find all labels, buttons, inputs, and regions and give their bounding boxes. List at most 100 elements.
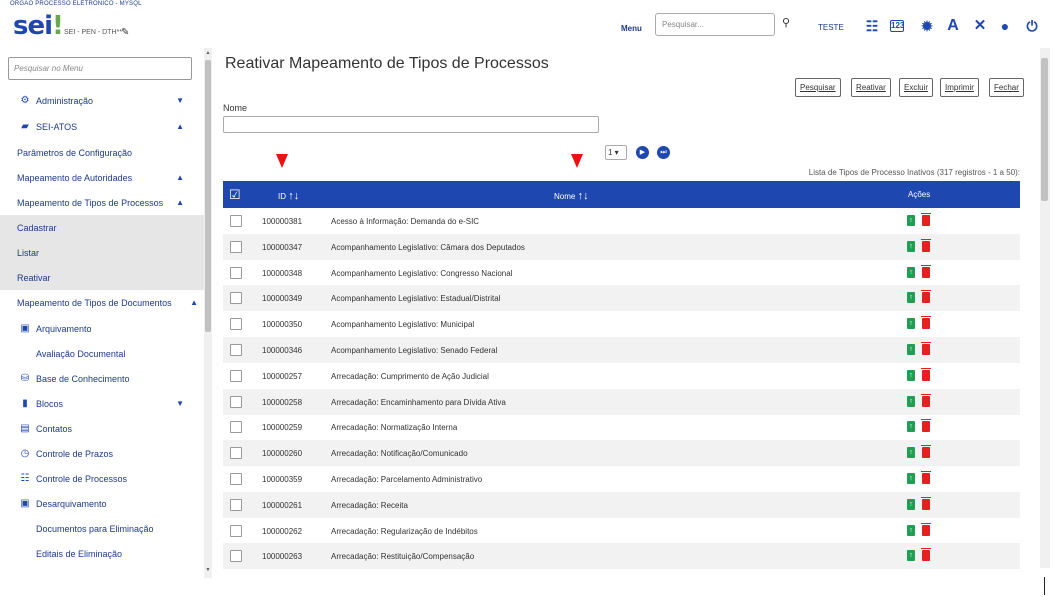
sidebar-item[interactable]: ⛁ Base de Conhecimento (0, 366, 204, 391)
pesquisar-button[interactable]: Pesquisar (795, 78, 841, 97)
row-checkbox[interactable] (230, 395, 242, 408)
sidebar-search-input[interactable]: Pesquisar no Menu (8, 57, 192, 80)
unit-label[interactable]: SEI - PEN - DTH** (64, 29, 122, 36)
sidebar-item[interactable]: Documentos para Eliminação (0, 516, 204, 541)
power-icon[interactable]: ⏻ (1024, 18, 1040, 34)
fechar-button[interactable]: Fechar (989, 78, 1024, 97)
sidebar-item[interactable]: ☷ Controle de Processos (0, 466, 204, 491)
list-icon[interactable]: ☷ (864, 18, 880, 34)
row-checkbox[interactable] (230, 550, 242, 563)
sidebar-item[interactable]: Listar (0, 240, 204, 265)
row-checkbox[interactable] (230, 498, 242, 511)
row-checkbox[interactable] (230, 421, 242, 434)
search-icon[interactable]: ⚲ (782, 16, 790, 29)
imprimir-button[interactable]: Imprimir (940, 78, 979, 97)
scroll-up-arrow-icon[interactable]: ▲ (205, 50, 211, 56)
sort-icon[interactable]: ↑↓ (288, 190, 299, 202)
sidebar-item[interactable]: ▣ Arquivamento (0, 316, 204, 341)
sidebar-item[interactable]: ⚙ Administração ▼ (0, 88, 204, 113)
trash-icon[interactable] (921, 342, 931, 355)
reactivate-icon[interactable]: ↑ (907, 266, 915, 278)
sidebar-item[interactable]: ▤ Contatos (0, 416, 204, 441)
row-checkbox[interactable] (230, 215, 242, 227)
user-icon[interactable]: ● (997, 18, 1013, 34)
trash-icon[interactable] (921, 264, 931, 278)
trash-icon[interactable] (921, 316, 931, 330)
trash-icon[interactable] (921, 445, 931, 459)
reactivate-icon[interactable]: ↑ (907, 473, 915, 484)
reactivate-icon[interactable]: ↑ (907, 550, 915, 562)
header-name[interactable]: Nome ↑↓ (554, 190, 589, 202)
reactivate-icon[interactable]: ↑ (907, 369, 915, 381)
reactivate-icon[interactable]: ↑ (907, 395, 915, 407)
last-page-icon[interactable]: ⏭ (657, 146, 670, 159)
tools-icon[interactable]: ✕ (972, 18, 988, 34)
reativar-button[interactable]: Reativar (851, 78, 891, 97)
sidebar-item[interactable]: Editais de Eliminação (0, 541, 204, 566)
trash-icon[interactable] (921, 471, 931, 484)
trash-icon[interactable] (921, 496, 931, 510)
trash-icon[interactable] (921, 419, 931, 433)
main-scroll-thumb[interactable] (1041, 58, 1048, 201)
trash-icon[interactable] (921, 290, 931, 304)
nome-input[interactable] (223, 116, 599, 133)
sidebar-item[interactable]: Reativar (0, 265, 204, 290)
row-checkbox[interactable] (230, 369, 242, 382)
sidebar-item[interactable]: Avaliação Documental (0, 341, 204, 366)
reactivate-icon[interactable]: ↑ (907, 240, 915, 252)
trash-icon[interactable] (921, 238, 931, 252)
chevron-up-icon[interactable]: ▲ (176, 122, 184, 131)
excluir-button[interactable]: Excluir (899, 78, 934, 97)
trash-icon[interactable] (921, 393, 931, 407)
keyboard-icon[interactable]: 123 (890, 20, 904, 32)
row-checkbox[interactable] (230, 473, 242, 485)
reactivate-icon[interactable]: ↑ (907, 498, 915, 510)
reactivate-icon[interactable]: ↑ (907, 524, 915, 536)
row-checkbox[interactable] (230, 240, 242, 253)
user-name[interactable]: TESTE (818, 23, 844, 32)
sidebar-item[interactable]: ▣ Desarquivamento (0, 491, 204, 516)
sidebar-item[interactable]: Cadastrar (0, 215, 204, 240)
row-checkbox[interactable] (230, 292, 242, 305)
page-select[interactable]: 1 ▾ (605, 145, 627, 160)
chevron-down-icon[interactable]: ▼ (176, 399, 184, 408)
header-id[interactable]: ID ↑↓ (278, 190, 299, 202)
reactivate-icon[interactable]: ↑ (907, 421, 915, 433)
pencil-icon[interactable]: ✎ (121, 27, 129, 38)
sidebar-item[interactable]: ▮ Blocos ▼ (0, 391, 204, 416)
next-page-icon[interactable]: ▶ (636, 146, 649, 159)
top-search-input[interactable]: Pesquisar... (655, 13, 775, 36)
reactivate-icon[interactable]: ↑ (907, 292, 915, 304)
row-checkbox[interactable] (230, 318, 242, 331)
sidebar-item[interactable]: Mapeamento de Autoridades ▲ (0, 165, 204, 190)
chevron-up-icon[interactable]: ▲ (190, 298, 198, 307)
reactivate-icon[interactable]: ↑ (907, 447, 915, 459)
chevron-down-icon[interactable]: ▼ (176, 96, 184, 105)
reactivate-icon[interactable]: ↑ (907, 344, 915, 355)
reactivate-icon[interactable]: ↑ (907, 318, 915, 330)
reactivate-icon[interactable]: ↑ (907, 215, 915, 226)
trash-icon[interactable] (921, 213, 931, 226)
font-icon[interactable]: A (945, 18, 961, 34)
trash-icon[interactable] (921, 548, 931, 562)
row-checkbox[interactable] (230, 524, 242, 537)
chevron-up-icon[interactable]: ▲ (176, 198, 184, 207)
chevron-up-icon[interactable]: ▲ (176, 173, 184, 182)
row-checkbox[interactable] (230, 447, 242, 460)
bug-icon[interactable]: ✹ (919, 18, 935, 34)
sidebar-item[interactable]: ▰ SEI-ATOS ▲ (0, 114, 204, 139)
sidebar-scroll-thumb[interactable] (205, 60, 211, 332)
trash-icon[interactable] (921, 522, 931, 536)
sidebar-item[interactable]: Parâmetros de Configuração (0, 140, 204, 165)
sidebar-item[interactable]: Mapeamento de Tipos de Processos ▲ (0, 190, 204, 215)
sort-icon[interactable]: ↑↓ (578, 190, 589, 202)
scroll-down-arrow-icon[interactable]: ▼ (205, 567, 211, 573)
row-checkbox[interactable] (230, 344, 242, 356)
select-all-checkbox-icon[interactable]: ☑ (229, 187, 241, 203)
sidebar-item[interactable]: Mapeamento de Tipos de Documentos ▲ (0, 290, 204, 315)
sidebar-item[interactable]: ◷ Controle de Prazos (0, 441, 204, 466)
menu-link[interactable]: Menu (621, 24, 642, 33)
trash-icon[interactable] (921, 367, 931, 381)
sei-logo[interactable]: sei! (13, 11, 64, 41)
row-checkbox[interactable] (230, 266, 242, 279)
